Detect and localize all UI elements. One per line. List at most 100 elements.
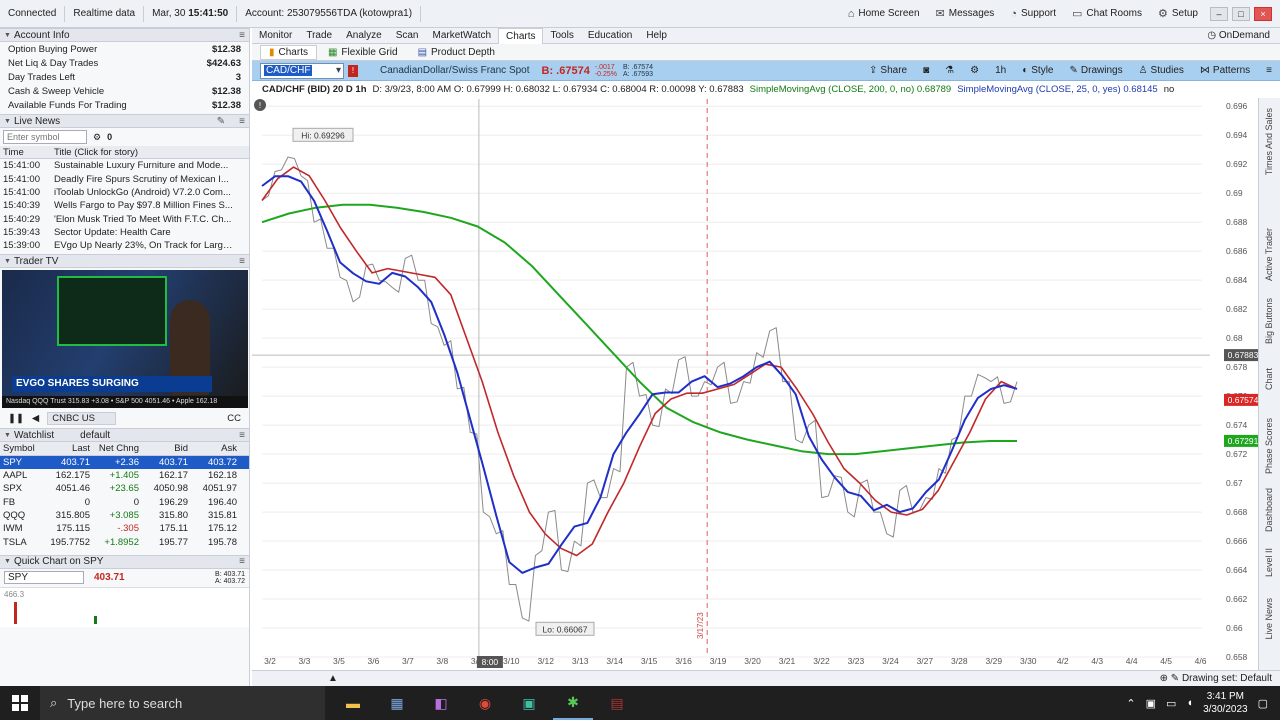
tab-education[interactable]: Education xyxy=(581,28,639,44)
watchlist-row[interactable]: IWM 175.115 -.305 175.11 175.12 xyxy=(0,522,249,535)
ma25-readout[interactable]: SimpleMovingAvg (CLOSE, 25, 0, yes) 0.68… xyxy=(957,84,1157,95)
news-symbol-input[interactable] xyxy=(3,130,87,144)
studies-button[interactable]: ♙ Studies xyxy=(1131,65,1192,76)
news-item[interactable]: 15:41:00 iToolab UnlockGo (Android) V7.2.… xyxy=(0,186,249,199)
quick-chart-plot[interactable]: 466.3 xyxy=(0,586,249,627)
volume-icon[interactable]: ◖ xyxy=(1186,697,1193,709)
live-news-header[interactable]: ▼ Live News ✎ ≡ xyxy=(0,114,249,128)
toolbar-menu-button[interactable]: ≡ xyxy=(1258,65,1280,76)
tab-help[interactable]: Help xyxy=(639,28,674,44)
flask-button[interactable]: ⚗ xyxy=(937,65,962,76)
trader-tv-header[interactable]: ▼ Trader TV ≡ xyxy=(0,254,249,269)
maximize-button[interactable]: □ xyxy=(1232,6,1250,21)
news-item[interactable]: 15:39:00 EVgo Up Nearly 23%, On Track for… xyxy=(0,239,249,252)
chevron-down-icon[interactable]: ▾ xyxy=(334,65,343,76)
rail-tab-chart[interactable]: Chart xyxy=(1264,368,1274,390)
pause-icon[interactable]: ❚❚ xyxy=(8,413,24,424)
setup-link[interactable]: ⚙ Setup xyxy=(1150,7,1206,20)
menu-icon[interactable]: ≡ xyxy=(239,256,245,267)
news-col-title[interactable]: Title (Click for story) xyxy=(54,147,234,158)
tab-scan[interactable]: Scan xyxy=(389,28,426,44)
account-selector[interactable]: Account: 253079556TDA (kotowpra1) xyxy=(237,5,422,22)
chart-svg[interactable]: 0.696 0.694 0.692 0.69 0.688 0.686 0.684 0.682 0… xyxy=(252,99,1258,672)
pencil-icon[interactable]: ✎ xyxy=(1171,673,1179,684)
calculator-icon[interactable]: ▦ xyxy=(377,686,417,720)
rail-tab-big-buttons[interactable]: Big Buttons xyxy=(1264,298,1274,344)
settings-icon[interactable]: ⚙ xyxy=(93,132,101,143)
support-link[interactable]: ◔ Support xyxy=(1002,8,1064,20)
app-icon[interactable]: ▣ xyxy=(509,686,549,720)
watchlist-row[interactable]: FB 0 0 196.29 196.40 xyxy=(0,496,249,509)
cc-icon[interactable]: CC xyxy=(227,413,241,424)
drawing-set-label[interactable]: Drawing set: Default xyxy=(1182,673,1272,684)
chat-rooms-link[interactable]: ▭ Chat Rooms xyxy=(1064,7,1150,20)
news-item[interactable]: 15:41:00 Deadly Fire Spurs Scrutiny of Me… xyxy=(0,173,249,186)
subtab-product-depth[interactable]: ▤ Product Depth xyxy=(409,45,504,60)
news-item[interactable]: 15:40:39 Wells Fargo to Pay $97.8 Million… xyxy=(0,199,249,212)
news-item[interactable]: 15:39:43 Sector Update: Health Care xyxy=(0,226,249,239)
watchlist-row[interactable]: SPY 403.71 +2.36 403.71 403.72 xyxy=(0,455,249,469)
ondemand-button[interactable]: ◷ OnDemand xyxy=(1207,30,1280,41)
taskbar-clock[interactable]: 3:41 PM 3/30/2023 xyxy=(1203,690,1248,716)
watchlist-name-select[interactable]: default xyxy=(80,430,110,441)
minimize-button[interactable]: – xyxy=(1210,6,1228,21)
rail-tab-level-ii[interactable]: Level II xyxy=(1264,548,1274,577)
quick-chart-header[interactable]: ▼ Quick Chart on SPY ≡ xyxy=(0,554,249,569)
app2-icon[interactable]: ▤ xyxy=(597,686,637,720)
quick-chart-symbol-input[interactable]: SPY xyxy=(4,571,84,585)
camera-button[interactable]: ◙ xyxy=(915,65,937,76)
chevron-up-icon[interactable]: ⌃ xyxy=(1126,697,1135,710)
subtab-charts[interactable]: ▮ Charts xyxy=(260,44,317,60)
rail-tab-dashboard[interactable]: Dashboard xyxy=(1264,488,1274,532)
news-col-time[interactable]: Time xyxy=(0,147,54,158)
pencil-icon[interactable]: ✎ xyxy=(217,116,225,127)
interval-button[interactable]: 1h xyxy=(987,65,1014,76)
windows-start-button[interactable] xyxy=(0,686,40,720)
watchlist-header[interactable]: ▼ Watchlist default ≡ xyxy=(0,428,249,443)
rail-tab-live-news[interactable]: Live News xyxy=(1264,598,1274,640)
patterns-button[interactable]: ⋈ Patterns xyxy=(1192,65,1258,76)
wl-col-netchng[interactable]: Net Chng xyxy=(93,443,142,454)
messages-link[interactable]: ✉ Messages xyxy=(928,7,1003,20)
tab-trade[interactable]: Trade xyxy=(299,28,339,44)
menu-icon[interactable]: ≡ xyxy=(239,430,245,441)
tv-channel-select[interactable]: CNBC US xyxy=(47,411,116,425)
tab-analyze[interactable]: Analyze xyxy=(339,28,389,44)
menu-icon[interactable]: ≡ xyxy=(239,556,245,567)
close-button[interactable]: × xyxy=(1254,6,1272,21)
account-info-header[interactable]: ▼ Account Info ≡ xyxy=(0,28,249,42)
thinkorswim-icon[interactable]: ✱ xyxy=(553,686,593,720)
rail-tab-times-and-sales[interactable]: Times And Sales xyxy=(1264,108,1274,175)
file-explorer-icon[interactable]: ▬ xyxy=(333,686,373,720)
watchlist-row[interactable]: SPX 4051.46 +23.65 4050.98 4051.97 xyxy=(0,482,249,495)
drawings-button[interactable]: ✎ Drawings xyxy=(1062,65,1131,76)
subtab-flexible-grid[interactable]: ▦ Flexible Grid xyxy=(319,45,407,60)
notification-icon[interactable]: ▢ xyxy=(1258,697,1268,710)
symbol-input[interactable]: CAD/CHF ▾ xyxy=(260,62,344,79)
news-item[interactable]: 15:40:29 'Elon Musk Tried To Meet With F.… xyxy=(0,212,249,225)
share-button[interactable]: ⇪ Share xyxy=(861,65,915,76)
speaker-icon[interactable]: ◀ xyxy=(32,413,39,424)
tab-monitor[interactable]: Monitor xyxy=(252,28,299,44)
tray-app-icon[interactable]: ▣ xyxy=(1146,697,1156,710)
ma200-readout[interactable]: SimpleMovingAvg (CLOSE, 200, 0, no) 0.68… xyxy=(750,84,952,95)
wl-col-symbol[interactable]: Symbol xyxy=(0,443,44,454)
tab-marketwatch[interactable]: MarketWatch xyxy=(426,28,499,44)
scroll-handle-icon[interactable]: ▲ xyxy=(328,673,338,684)
trader-tv-video[interactable]: EVGO SHARES SURGING Nasdaq QQQ Trust 315… xyxy=(2,270,248,409)
network-icon[interactable]: ▭ xyxy=(1166,697,1176,710)
watchlist-row[interactable]: AAPL 162.175 +1.405 162.17 162.18 xyxy=(0,469,249,482)
rail-tab-phase-scores[interactable]: Phase Scores xyxy=(1264,418,1274,474)
menu-icon[interactable]: ≡ xyxy=(239,116,245,127)
tab-tools[interactable]: Tools xyxy=(543,28,580,44)
home-screen-link[interactable]: ⌂ Home Screen xyxy=(840,8,928,20)
taskbar-search[interactable]: ⌕ Type here to search xyxy=(40,686,325,720)
wl-col-bid[interactable]: Bid xyxy=(142,443,191,454)
chrome-icon[interactable]: ◉ xyxy=(465,686,505,720)
rail-tab-active-trader[interactable]: Active Trader xyxy=(1264,228,1274,281)
zoom-icon[interactable]: ⊕ xyxy=(1160,673,1168,684)
news-item[interactable]: 15:41:00 Sustainable Luxury Furniture and… xyxy=(0,159,249,172)
watchlist-row[interactable]: QQQ 315.805 +3.085 315.80 315.81 xyxy=(0,509,249,522)
wl-col-last[interactable]: Last xyxy=(44,443,93,454)
notes-icon[interactable]: ◧ xyxy=(421,686,461,720)
